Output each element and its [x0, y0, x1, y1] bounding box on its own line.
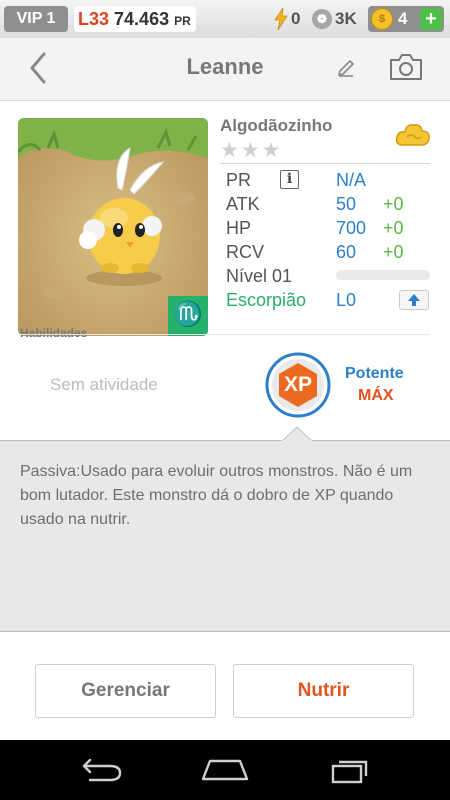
sign-level: L0 [336, 290, 357, 310]
stat-label-pr: PR [226, 170, 252, 190]
potency-value: MÁX [358, 387, 394, 404]
description-text: Passiva:Usado para evoluir outros monstr… [20, 463, 413, 528]
abilities-heading: Habilidades [20, 326, 88, 340]
paw-icon: ❁ [312, 9, 332, 29]
coin-icon: $ [371, 8, 393, 30]
vip-badge[interactable]: VIP 1 [4, 6, 68, 32]
stat-value-rcv: 60 [336, 242, 357, 262]
upgrade-sign-button[interactable] [399, 290, 429, 310]
pr-suffix: PR [174, 13, 191, 28]
monster-name: Algodãozinho [220, 116, 333, 135]
cloud-element-icon [395, 121, 431, 154]
top-status-bar: VIP 1 L33 74.463 PR 0 ❁ 3K $ 4 + [0, 0, 450, 39]
sign-name: Escorpião [226, 290, 307, 310]
back-nav-icon[interactable] [76, 758, 122, 782]
edit-pencil-icon[interactable] [336, 58, 356, 78]
stat-value-hp: 700 [336, 218, 367, 238]
energy-value: 0 [291, 9, 301, 28]
stat-bonus-atk: +0 [383, 194, 404, 214]
stat-label-hp: HP [226, 218, 252, 238]
divider [220, 163, 430, 164]
home-nav-icon[interactable] [200, 759, 250, 781]
coin-counter[interactable]: $ 4 + [368, 6, 444, 32]
recent-apps-nav-icon[interactable] [330, 756, 370, 784]
page-title: Leanne [186, 54, 264, 79]
potency-label: Potente [345, 365, 404, 382]
xp-ability-badge[interactable]: XP [265, 352, 331, 418]
player-level: L33 [78, 9, 110, 29]
manage-button[interactable]: Gerenciar [35, 664, 216, 718]
player-level-pr: L33 74.463 PR [74, 6, 196, 32]
stat-bonus-rcv: +0 [383, 242, 404, 262]
divider [20, 334, 430, 335]
arrow-up-icon [408, 294, 420, 306]
stat-bonus-hp: +0 [383, 218, 404, 238]
paw-value: 3K [335, 9, 357, 28]
coin-value: 4 [398, 9, 408, 28]
header-bar: Leanne [0, 38, 450, 101]
star-icon: ★ [240, 139, 262, 162]
star-rating: ★★★ [220, 138, 282, 163]
stat-label-atk: ATK [226, 194, 260, 214]
xp-progress-bar [336, 270, 430, 280]
no-activity-text: Sem atividade [50, 375, 158, 394]
stat-label-rcv: RCV [226, 242, 265, 262]
star-icon: ★ [261, 139, 283, 162]
nurture-button[interactable]: Nutrir [233, 664, 414, 718]
stat-value-atk: 50 [336, 194, 357, 214]
level-label: Nível 01 [226, 266, 293, 286]
description-pointer [282, 426, 312, 442]
monster-portrait[interactable]: ♏ [18, 118, 208, 336]
pr-value: 74.463 [114, 9, 170, 29]
add-coins-button[interactable]: + [420, 8, 442, 30]
xp-badge-text: XP [283, 373, 312, 396]
camera-icon[interactable] [388, 52, 424, 82]
star-icon: ★ [220, 139, 241, 162]
system-nav-bar [0, 740, 450, 800]
paw-counter[interactable]: ❁ 3K [312, 6, 357, 32]
stat-value-pr: N/A [336, 170, 367, 190]
lightning-icon [274, 8, 288, 30]
scorpio-sign-icon: ♏ [173, 301, 203, 328]
info-icon[interactable]: i [280, 170, 299, 189]
energy-counter[interactable]: 0 [274, 6, 300, 32]
